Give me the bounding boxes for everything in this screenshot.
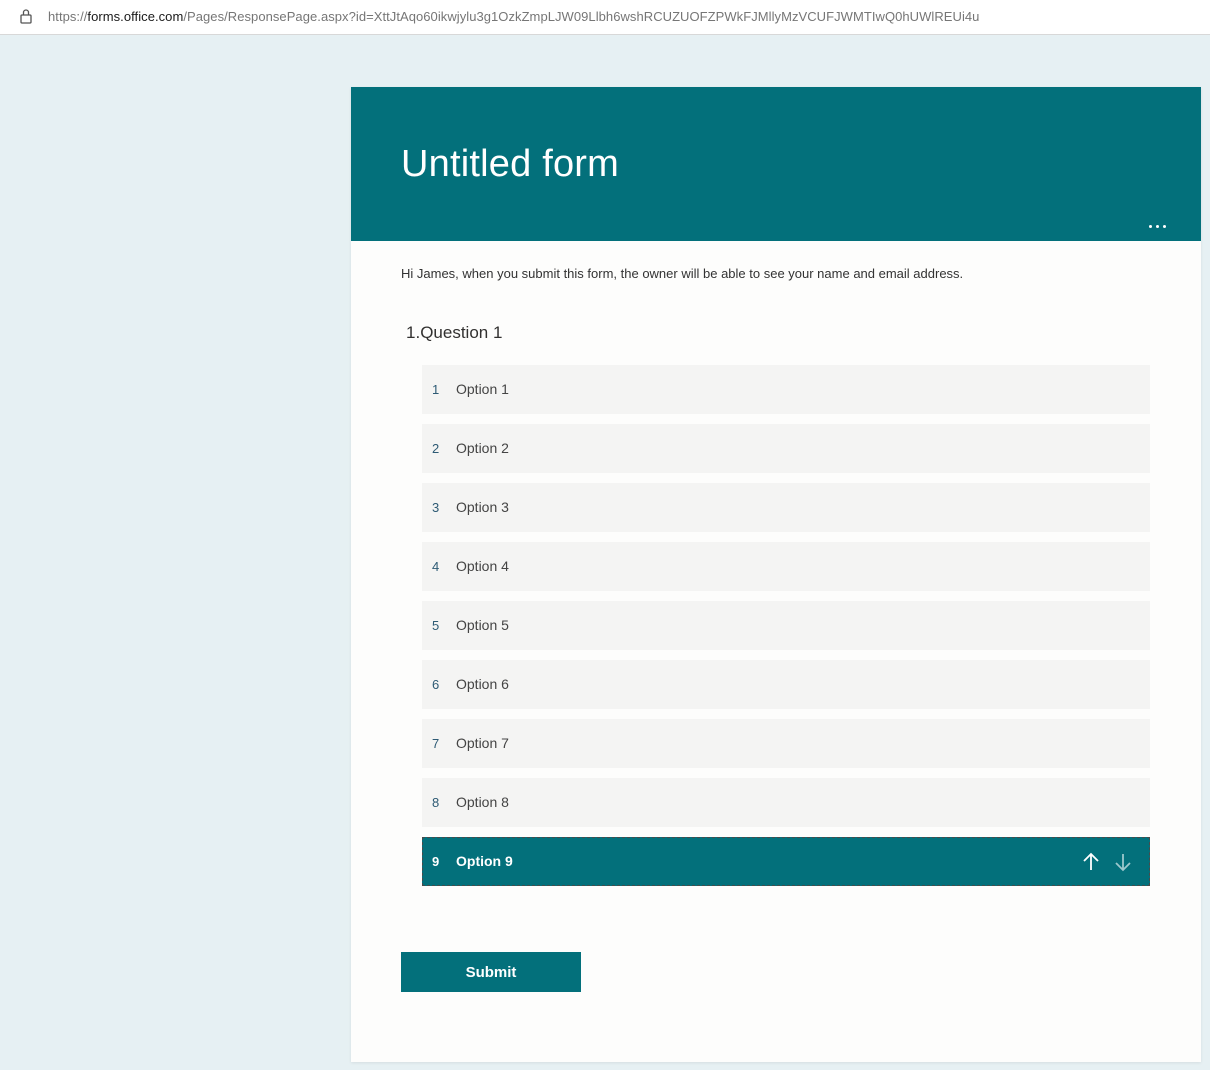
option-rank: 5 [432,618,440,633]
question-text: Question 1 [420,323,503,342]
ranking-option[interactable]: 5 Option 5 [422,601,1150,650]
option-label: Option 7 [456,735,509,751]
form-header-banner: Untitled form [351,87,1201,241]
address-bar[interactable]: https://forms.office.com/Pages/ResponseP… [0,0,1210,35]
move-up-arrow-icon[interactable] [1080,851,1102,873]
option-rank: 4 [432,559,440,574]
option-label: Option 5 [456,617,509,633]
option-rank: 6 [432,677,440,692]
ranking-options-list: 1 Option 1 2 Option 2 3 Option 3 4 Option 4 5 Opt… [422,365,1150,896]
url-prefix: https:// [48,9,88,24]
option-rank: 3 [432,500,440,515]
identity-notice: Hi James, when you submit this form, the… [401,266,964,281]
option-label: Option 2 [456,440,509,456]
ranking-option[interactable]: 8 Option 8 [422,778,1150,827]
option-label: Option 1 [456,381,509,397]
ranking-option[interactable]: 7 Option 7 [422,719,1150,768]
question-number: 1. [406,323,421,342]
ellipsis-icon [1149,225,1152,228]
url-path: /Pages/ResponsePage.aspx?id=XttJtAqo60ik… [183,9,980,24]
more-options-button[interactable] [1149,225,1173,235]
question-title: 1.Question 1 [406,323,502,343]
form-card: Untitled form Hi James, when you submit … [351,87,1201,1062]
option-label: Option 6 [456,676,509,692]
ranking-option[interactable]: 3 Option 3 [422,483,1150,532]
url-host: forms.office.com [87,9,184,24]
ranking-option[interactable]: 2 Option 2 [422,424,1150,473]
option-rank: 1 [432,382,440,397]
option-label: Option 4 [456,558,509,574]
submit-button[interactable]: Submit [401,952,581,992]
ranking-option[interactable]: 4 Option 4 [422,542,1150,591]
option-rank: 2 [432,441,440,456]
ranking-option[interactable]: 6 Option 6 [422,660,1150,709]
option-rank: 9 [432,854,440,869]
ranking-option[interactable]: 9 Option 9 [422,837,1150,886]
move-down-arrow-icon[interactable] [1112,851,1134,873]
lock-icon [20,9,32,24]
option-rank: 8 [432,795,440,810]
form-title: Untitled form [401,143,620,185]
option-label: Option 9 [456,853,513,869]
option-rank: 7 [432,736,440,751]
option-label: Option 3 [456,499,509,515]
ranking-option[interactable]: 1 Option 1 [422,365,1150,414]
option-label: Option 8 [456,794,509,810]
url-text[interactable]: https://forms.office.com/Pages/ResponseP… [48,9,979,24]
